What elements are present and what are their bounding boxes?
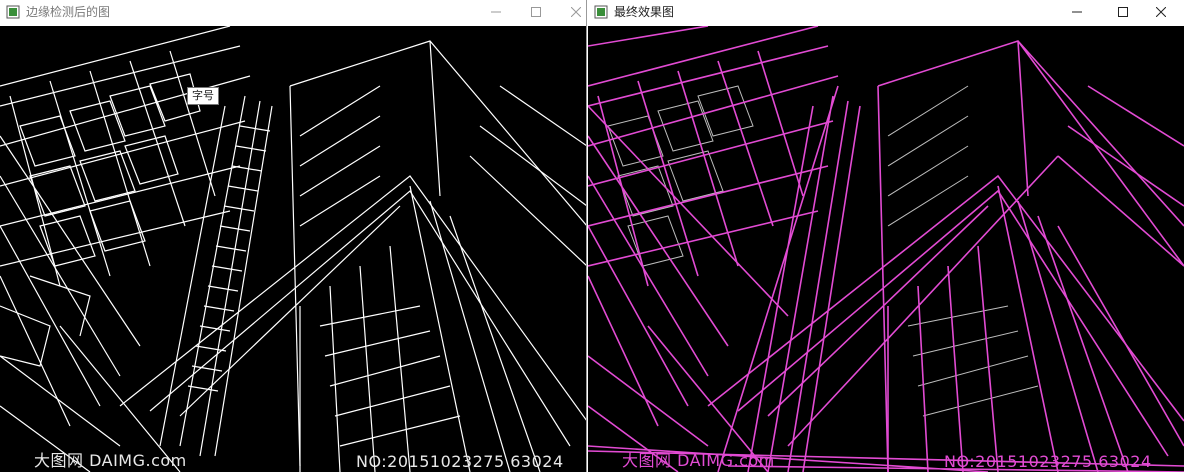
watermark-right: NO:20151023275 63024 <box>356 452 564 471</box>
window-title: 边缘检测后的图 <box>26 5 111 19</box>
app-icon <box>6 5 20 19</box>
edge-lines <box>0 26 586 472</box>
close-icon <box>571 7 581 17</box>
watermark-left: 大图网 DAIMG.com <box>622 451 775 470</box>
minimize-icon <box>491 11 501 13</box>
window-title: 最终效果图 <box>614 5 675 19</box>
edge-detection-window: 边缘检测后的图 字号 大图网 DAIMG.com NO:20151023275 … <box>0 0 587 472</box>
close-button[interactable] <box>553 0 586 24</box>
app-icon <box>594 5 608 19</box>
close-icon <box>1156 7 1166 17</box>
hough-lines <box>588 26 1184 472</box>
watermark-right: NO:20151023275 63024 <box>944 452 1152 471</box>
result-image: 大图网 DAIMG.com NO:20151023275 63024 <box>588 26 1184 472</box>
watermark-left: 大图网 DAIMG.com <box>34 451 187 470</box>
maximize-icon <box>531 7 541 17</box>
tooltip: 字号 <box>187 87 219 105</box>
final-result-window: 最终效果图 大图网 DAIMG.com NO:20151023275 63024 <box>588 0 1184 472</box>
titlebar[interactable]: 边缘检测后的图 <box>0 0 586 26</box>
edge-image: 字号 大图网 DAIMG.com NO:20151023275 63024 <box>0 26 586 472</box>
maximize-icon <box>1118 7 1128 17</box>
minimize-icon <box>1072 11 1082 13</box>
titlebar[interactable]: 最终效果图 <box>588 0 1184 26</box>
minimize-button[interactable] <box>1054 0 1100 24</box>
close-button[interactable] <box>1138 0 1184 24</box>
